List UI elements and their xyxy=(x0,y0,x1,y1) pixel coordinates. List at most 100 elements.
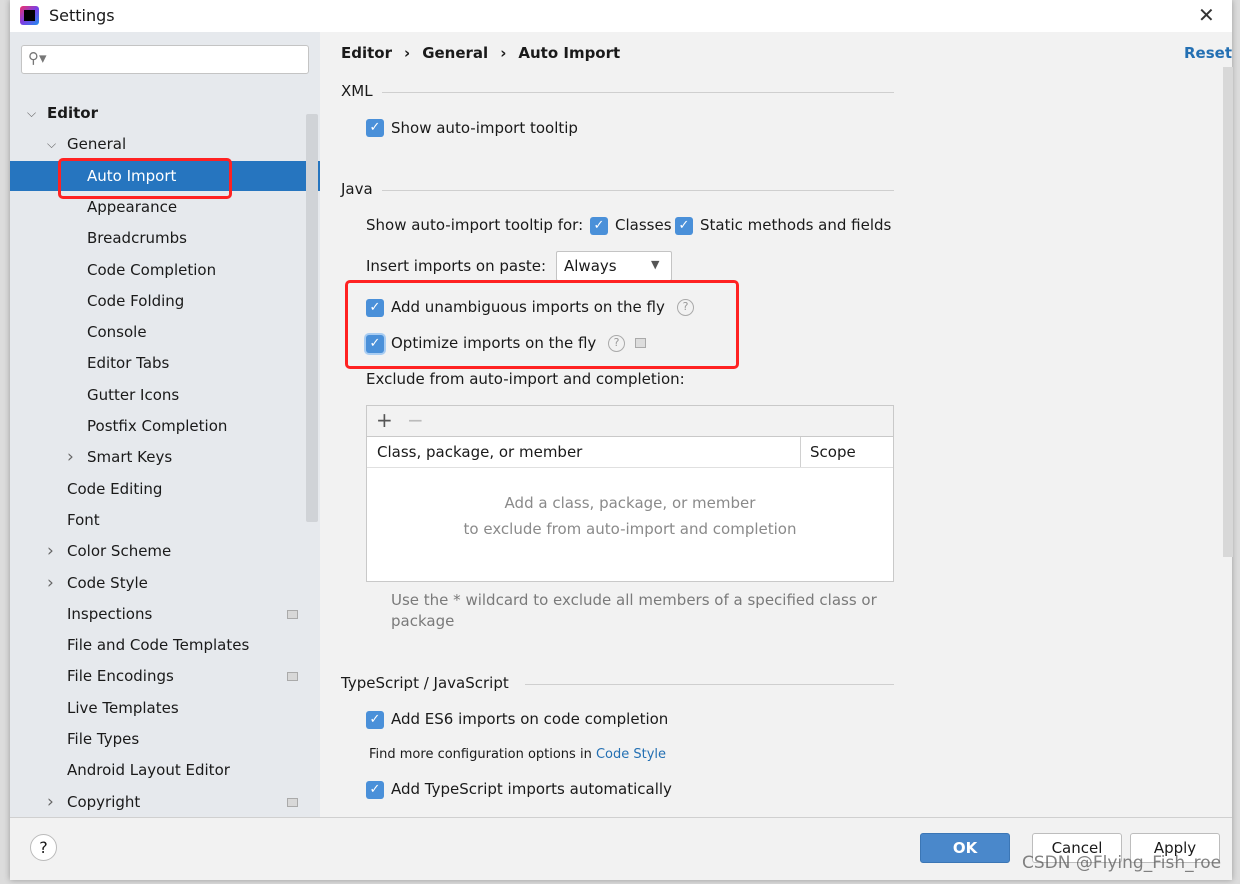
unambiguous-imports-checkbox[interactable]: ✓ xyxy=(366,299,384,317)
tree-item[interactable]: Postfix Completion xyxy=(10,411,320,441)
java-section-title: Java xyxy=(341,180,373,198)
es6-imports-checkbox[interactable]: ✓ xyxy=(366,711,384,729)
tree-item[interactable]: Android Layout Editor xyxy=(10,755,320,785)
tree-item-label: File Types xyxy=(67,730,140,748)
search-input[interactable]: ⚲▾ xyxy=(21,45,309,74)
ts-imports-label: Add TypeScript imports automatically xyxy=(391,780,672,798)
highlight-box xyxy=(58,158,232,199)
breadcrumb-item[interactable]: Editor xyxy=(341,44,392,62)
project-badge-icon xyxy=(287,797,298,807)
tree-item-label: Code Folding xyxy=(87,291,185,310)
column-header-class[interactable]: Class, package, or member xyxy=(377,443,582,461)
classes-label: Classes xyxy=(615,216,672,234)
close-icon[interactable]: ✕ xyxy=(1198,3,1215,27)
tree-item[interactable]: › Color Scheme xyxy=(10,536,320,566)
tree-item-label: Copyright xyxy=(67,792,141,811)
title-bar: Settings ✕ xyxy=(10,0,1232,32)
tree-item[interactable]: Gutter Icons xyxy=(10,380,320,410)
tree-item-label: Editor Tabs xyxy=(87,354,170,373)
insert-on-paste-dropdown[interactable]: Always ▼ xyxy=(556,251,672,281)
ok-button[interactable]: OK xyxy=(920,833,1010,863)
tree-item-label: Gutter Icons xyxy=(87,385,180,404)
tree-item[interactable]: File Types xyxy=(10,724,320,754)
tree-item[interactable]: ⌵ General xyxy=(10,129,320,159)
optimize-imports-checkbox[interactable]: ✓ xyxy=(366,335,384,353)
static-methods-checkbox[interactable]: ✓ xyxy=(675,217,693,235)
panel-scrollbar[interactable] xyxy=(1223,67,1233,557)
chevron-right-icon[interactable]: › xyxy=(47,787,54,817)
tree-item[interactable]: › Smart Keys xyxy=(10,442,320,472)
help-icon[interactable]: ? xyxy=(677,299,694,316)
more-options-text: Find more configuration options in xyxy=(369,747,592,762)
tree-item-label: Font xyxy=(67,510,100,529)
settings-dialog: Settings ✕ ⚲▾ ⌵ Editor ⌵ General Auto Import… xyxy=(10,0,1233,880)
tree-item[interactable]: › Copyright xyxy=(10,787,320,817)
chevron-down-icon[interactable]: ⌵ xyxy=(47,129,56,159)
help-icon[interactable]: ? xyxy=(608,335,625,352)
xml-section-title: XML xyxy=(341,82,373,100)
tree-item[interactable]: Breadcrumbs xyxy=(10,223,320,253)
tree-item[interactable]: Console xyxy=(10,317,320,347)
reset-link[interactable]: Reset xyxy=(1184,44,1232,62)
tree-item-label: Postfix Completion xyxy=(87,417,228,435)
classes-checkbox[interactable]: ✓ xyxy=(590,217,608,235)
tree-item[interactable]: Code Completion xyxy=(10,255,320,285)
tree-item-label: Inspections xyxy=(67,604,153,623)
tree-item-label: Smart Keys xyxy=(87,448,173,467)
tree-item[interactable]: › Code Style xyxy=(10,568,320,598)
chevron-down-icon[interactable]: ⌵ xyxy=(27,98,36,128)
tree-item-label: General xyxy=(67,135,127,154)
search-icon: ⚲▾ xyxy=(28,49,47,67)
tree-item-label: File and Code Templates xyxy=(67,636,250,655)
chevron-down-icon: ▼ xyxy=(651,258,660,271)
project-badge-icon xyxy=(287,609,298,619)
help-button[interactable]: ? xyxy=(30,834,57,861)
project-badge-icon xyxy=(287,672,298,682)
optimize-imports-label: Optimize imports on the fly xyxy=(391,334,597,352)
tree-item[interactable]: Editor Tabs xyxy=(10,348,320,378)
tree-item-label: Color Scheme xyxy=(67,542,172,561)
code-style-link[interactable]: Code Style xyxy=(596,747,666,762)
tree-item-label: Code Style xyxy=(67,573,148,592)
dropdown-value: Always xyxy=(564,257,617,275)
chevron-right-icon[interactable]: › xyxy=(47,536,54,566)
highlight-box xyxy=(345,280,739,369)
window-title: Settings xyxy=(49,6,115,25)
empty-text: Add a class, package, or member xyxy=(504,494,756,512)
tree-item[interactable]: File Encodings xyxy=(10,661,320,691)
unambiguous-imports-label: Add unambiguous imports on the fly xyxy=(391,298,665,316)
tree-item[interactable]: ⌵ Editor xyxy=(10,98,320,128)
auto-import-panel: Editor › General › Auto Import Reset XML ✓ S… xyxy=(320,32,1233,817)
tree-item[interactable]: Live Templates xyxy=(10,693,320,723)
breadcrumb-item[interactable]: General xyxy=(422,44,488,62)
wildcard-hint: package xyxy=(391,612,455,630)
tree-item-label: Breadcrumbs xyxy=(87,229,187,248)
empty-text: to exclude from auto-import and completi… xyxy=(463,520,797,538)
settings-badge-icon xyxy=(635,338,646,348)
exclude-table: + − Class, package, or member Scope Add … xyxy=(366,405,894,582)
tree-item-label: File Encodings xyxy=(67,667,174,686)
show-tooltip-label: Show auto-import tooltip xyxy=(391,119,578,137)
chevron-right-icon[interactable]: › xyxy=(67,442,74,472)
tree-item[interactable]: Inspections xyxy=(10,599,320,629)
insert-on-paste-label: Insert imports on paste: xyxy=(366,257,547,275)
tree-item-label: Code Editing xyxy=(67,479,163,498)
exclude-label: Exclude from auto-import and completion: xyxy=(366,370,685,388)
sidebar-scrollbar[interactable] xyxy=(306,114,318,522)
column-header-scope[interactable]: Scope xyxy=(810,443,856,461)
ts-section-title: TypeScript / JavaScript xyxy=(341,674,509,692)
show-tooltip-checkbox[interactable]: ✓ xyxy=(366,119,384,137)
tree-item[interactable]: Code Folding xyxy=(10,286,320,316)
ts-imports-checkbox[interactable]: ✓ xyxy=(366,781,384,799)
static-methods-label: Static methods and fields xyxy=(700,216,892,234)
chevron-right-icon[interactable]: › xyxy=(47,568,54,598)
add-icon[interactable]: + xyxy=(376,408,393,432)
remove-icon[interactable]: − xyxy=(407,408,424,432)
tree-item[interactable]: File and Code Templates xyxy=(10,630,320,660)
tree-item[interactable]: Code Editing xyxy=(10,474,320,504)
tree-item-label: Android Layout Editor xyxy=(67,761,230,780)
breadcrumb-item: Auto Import xyxy=(518,44,621,62)
app-logo-icon xyxy=(20,6,39,25)
tooltip-for-label: Show auto-import tooltip for: xyxy=(366,216,584,234)
tree-item[interactable]: Font xyxy=(10,505,320,535)
